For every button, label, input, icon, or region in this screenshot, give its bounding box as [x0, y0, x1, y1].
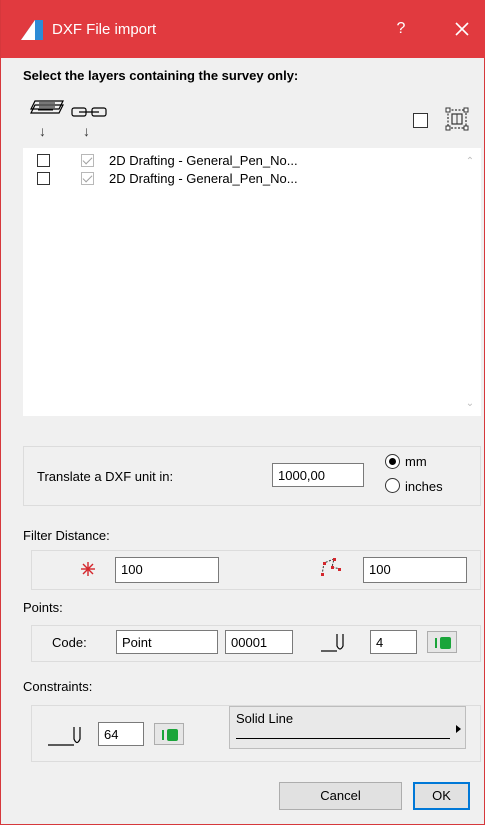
mm-label: mm [405, 454, 427, 469]
dxf-import-dialog: DXF File import ? Select the layers cont… [0, 0, 485, 825]
scroll-up-arrow-icon[interactable]: ⌃ [463, 156, 477, 168]
layer-visible-checkbox [81, 172, 94, 185]
ok-button[interactable]: OK [413, 782, 470, 810]
polygon-distance-input[interactable]: 100 [363, 557, 467, 583]
layer-row[interactable]: 2D Drafting - General_Pen_No... [23, 170, 459, 188]
down-arrow-icon: ↓ [83, 123, 90, 139]
line-type-preview [236, 738, 450, 739]
layers-heading: Select the layers containing the survey … [23, 68, 299, 83]
point-pen-input[interactable]: 4 [370, 630, 417, 654]
title-bar: DXF File import ? [1, 0, 485, 58]
close-icon[interactable] [447, 14, 477, 44]
chain-link-icon [71, 107, 107, 117]
code-label: Code: [52, 635, 87, 650]
layer-name: 2D Drafting - General_Pen_No... [109, 171, 298, 186]
translate-unit-label: Translate a DXF unit in: [37, 469, 174, 484]
cancel-button[interactable]: Cancel [279, 782, 402, 810]
dropdown-arrow-icon [456, 725, 461, 733]
constraint-pen-color-button[interactable] [154, 723, 184, 745]
layer-row[interactable]: 2D Drafting - General_Pen_No... [23, 152, 459, 170]
polygon-node-icon [321, 558, 341, 576]
point-pen-color-button[interactable] [427, 631, 457, 653]
layer-name: 2D Drafting - General_Pen_No... [109, 153, 298, 168]
inches-radio[interactable] [385, 478, 400, 493]
line-type-dropdown[interactable]: Solid Line [229, 706, 466, 749]
select-all-checkbox[interactable] [413, 113, 428, 128]
filter-distance-panel: 100 100 [31, 550, 481, 590]
constraint-pen-input[interactable]: 64 [98, 722, 144, 746]
point-code-input[interactable]: Point [116, 630, 218, 654]
layer-visible-checkbox [81, 154, 94, 167]
scroll-down-arrow-icon[interactable]: ⌄ [463, 398, 477, 410]
help-button[interactable]: ? [389, 16, 413, 42]
layers-stack-icon [30, 100, 64, 114]
down-arrow-icon: ↓ [39, 123, 46, 139]
unit-value-input[interactable]: 1000,00 [272, 463, 364, 487]
layer-survey-checkbox[interactable] [37, 172, 50, 185]
points-panel: Code: Point 00001 4 [31, 625, 481, 662]
pen-icon [321, 634, 344, 652]
translate-unit-panel: Translate a DXF unit in: 1000,00 mm inch… [23, 446, 481, 506]
points-label: Points: [23, 600, 63, 615]
pen-icon [48, 727, 81, 746]
layer-survey-checkbox[interactable] [37, 154, 50, 167]
line-type-label: Solid Line [236, 711, 294, 726]
point-number-input[interactable]: 00001 [225, 630, 293, 654]
inches-label: inches [405, 479, 443, 494]
archicad-app-icon [21, 20, 43, 40]
constraints-label: Constraints: [23, 679, 93, 694]
point-star-icon [81, 562, 95, 576]
window-title: DXF File import [52, 21, 157, 38]
layer-list[interactable]: 2D Drafting - General_Pen_No... 2D Draft… [23, 148, 481, 416]
selection-frame-icon[interactable] [444, 106, 470, 132]
filter-distance-label: Filter Distance: [23, 528, 110, 543]
mm-radio[interactable] [385, 454, 400, 469]
point-distance-input[interactable]: 100 [115, 557, 219, 583]
